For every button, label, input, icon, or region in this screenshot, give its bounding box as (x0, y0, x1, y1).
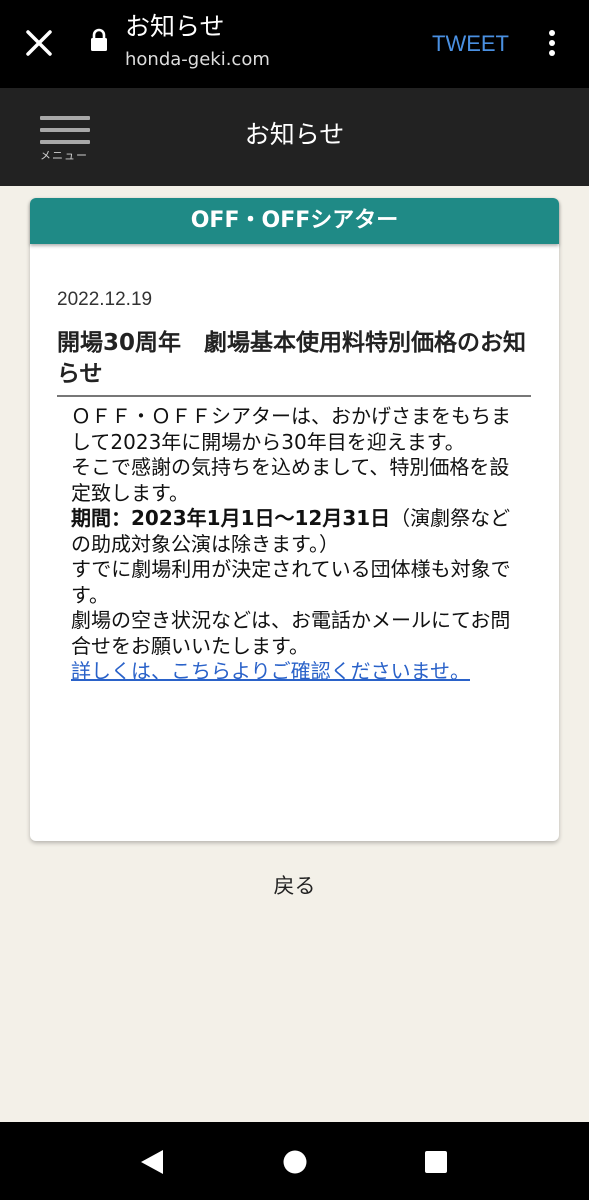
post-body: ＯＦＦ・ＯＦＦシアターは、おかげさまをもちまして2023年に開場から30年目を迎… (71, 404, 519, 685)
period-line: 期間：2023年1月1日～12月31日（演劇祭などの助成対象公演は除きます。） (71, 506, 519, 557)
period-label: 期間：2023年1月1日～12月31日 (71, 506, 391, 530)
more-vert-icon[interactable] (540, 28, 564, 58)
body-paragraph: そこで感謝の気持ちを込めまして、特別価格を設定致します。 (71, 455, 510, 505)
news-card: OFF・OFFシアター 2022.12.19 開場30周年 劇場基本使用料特別価… (30, 198, 559, 841)
post-title: 開場30周年 劇場基本使用料特別価格のお知らせ (57, 330, 527, 387)
browser-page-title: お知らせ (125, 12, 225, 41)
close-icon[interactable] (22, 26, 56, 60)
page-title: お知らせ (244, 120, 345, 149)
body-paragraph: ＯＦＦ・ＯＦＦシアターは、おかげさまをもちまして2023年に開場から30年目を迎… (71, 404, 511, 454)
back-link[interactable]: 戻る (0, 872, 589, 900)
lock-icon (91, 28, 107, 51)
post-date: 2022.12.19 (57, 289, 153, 310)
divider (57, 395, 531, 397)
body-paragraph: 劇場の空き状況などは、お電話かメールにてお問合せをお願いいたします。 (71, 608, 511, 658)
site-header: メニュー お知らせ (0, 88, 589, 186)
browser-url: honda-geki.com (125, 49, 270, 70)
body-paragraph: すでに劇場利用が決定されている団体様も対象です。 (71, 557, 511, 607)
tweet-button[interactable]: TWEET (432, 30, 509, 58)
nav-recents-icon[interactable] (422, 1148, 450, 1176)
details-link[interactable]: 詳しくは、こちらよりご確認くださいませ。 (71, 659, 470, 683)
system-nav-bar (0, 1122, 589, 1200)
browser-toolbar: お知らせ honda-geki.com TWEET (0, 0, 589, 88)
nav-home-icon[interactable] (281, 1148, 309, 1176)
category-header: OFF・OFFシアター (30, 198, 559, 244)
nav-back-icon[interactable] (138, 1148, 166, 1176)
